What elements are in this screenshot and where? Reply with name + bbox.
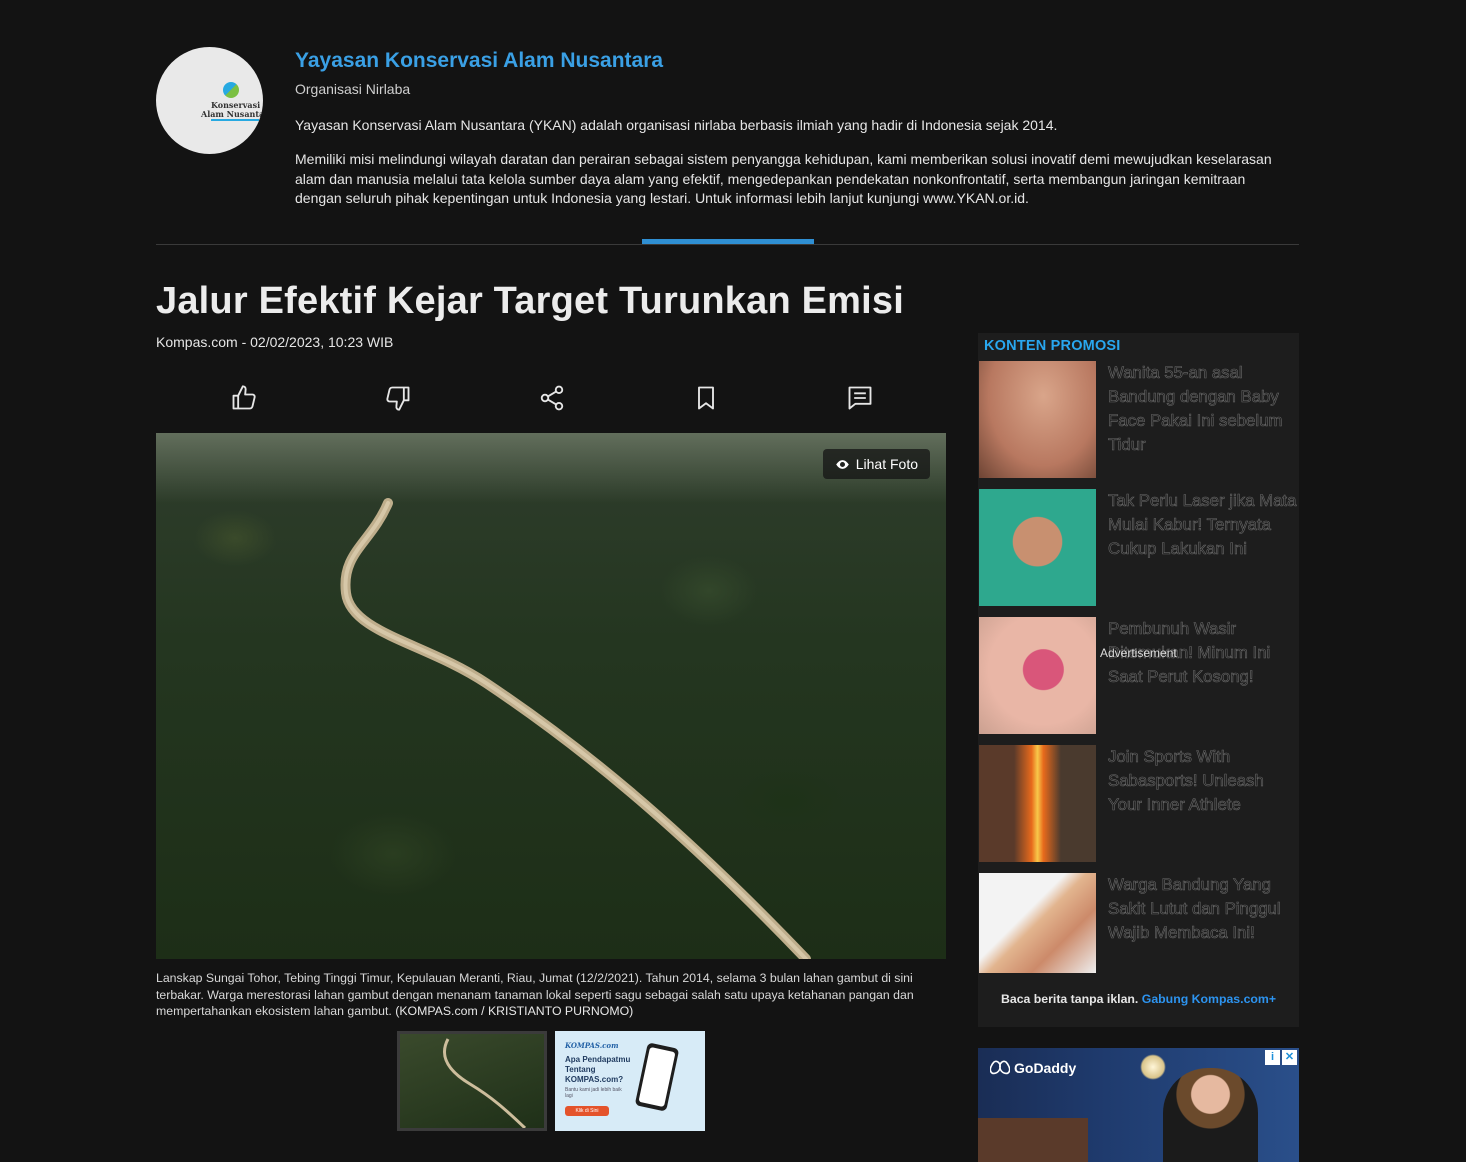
godaddy-logo: GoDaddy [990,1060,1076,1076]
promo-image [979,873,1096,973]
ad-controls: i ✕ [1265,1050,1297,1065]
bookmark-button[interactable] [692,384,720,412]
article-hero-photo[interactable]: Lihat Foto [156,433,946,959]
photo-credit: (KOMPAS.com / KRISTIANTO PURNOMO) [395,1004,634,1018]
section-divider [156,244,1299,245]
promo-image [979,489,1096,606]
promo-item[interactable]: Pembunuh Wasir Ditemukan! Minum Ini Saat… [978,617,1299,734]
godaddy-ad[interactable]: GoDaddy i ✕ [978,1048,1299,1162]
promo-sidebar: KONTEN PROMOSI Wanita 55-an asal Bandung… [978,333,1299,1027]
join-kompas-plus-link[interactable]: Gabung Kompas.com+ [1142,992,1276,1006]
ad-close-icon[interactable]: ✕ [1282,1050,1297,1065]
thumbs-up-icon [232,385,256,410]
lamp-graphic [1140,1054,1166,1080]
thumbnail-road [443,1038,527,1128]
logo-underline [211,119,259,121]
promo-item[interactable]: Join Sports With Sabasports! Unleash You… [978,745,1299,862]
thumb-ad-brand: KOMPAS.com [565,1041,619,1050]
org-description-2: Memiliki misi melindungi wilayah daratan… [295,151,1272,206]
section-divider-accent [642,239,814,244]
comment-icon [848,386,872,410]
view-photo-label: Lihat Foto [855,456,918,472]
godaddy-brand-text: GoDaddy [1014,1060,1077,1076]
article-title: Jalur Efektif Kejar Target Turunkan Emis… [156,280,904,322]
leaf-icon [223,82,239,98]
thumb-ad-button: Klik di Sini [565,1106,609,1116]
thumb-ad-sub: Bantu kami jadi lebih baik lagi [565,1087,622,1099]
article-meta: Kompas.com - 02/02/2023, 10:23 WIB [156,334,394,350]
comment-button[interactable] [846,384,874,412]
shelf-graphic [978,1118,1088,1162]
thumbs-down-icon [386,386,410,411]
promo-image [979,617,1096,734]
photo-caption: Lanskap Sungai Tohor, Tebing Tinggi Timu… [156,970,946,1020]
phone-icon [634,1042,680,1112]
promo-item-text: Warga Bandung Yang Sakit Lutut dan Pingg… [1108,875,1281,943]
thumbnail-photo[interactable] [397,1031,547,1131]
view-photo-button[interactable]: Lihat Foto [822,449,930,479]
promo-item-text: Tak Perlu Laser jika Mata Mulai Kabur! T… [1108,491,1297,559]
ad-info-icon[interactable]: i [1265,1050,1280,1065]
like-button[interactable] [230,384,258,412]
thumb-ad-question: Apa Pendapatmu Tentang KOMPAS.com? [565,1055,631,1084]
eye-icon [835,459,849,469]
promo-image [979,745,1096,862]
thumbnail-survey-ad[interactable]: KOMPAS.com Apa Pendapatmu Tentang KOMPAS… [555,1031,705,1131]
share-button[interactable] [538,384,566,412]
promo-item[interactable]: Wanita 55-an asal Bandung dengan Baby Fa… [978,361,1299,478]
promo-footer-text: Baca berita tanpa iklan. [1000,992,1139,1006]
promo-item[interactable]: Tak Perlu Laser jika Mata Mulai Kabur! T… [978,489,1299,606]
org-description-1: Yayasan Konservasi Alam Nusantara (YKAN)… [295,117,1058,133]
bookmark-icon [698,386,714,410]
promo-item[interactable]: Warga Bandung Yang Sakit Lutut dan Pingg… [978,873,1299,990]
promo-item-text: Wanita 55-an asal Bandung dengan Baby Fa… [1108,363,1283,455]
logo-text-line2: Alam Nusantara [201,109,263,119]
godaddy-icon [990,1060,1010,1075]
share-icon [540,385,564,411]
photo-road [340,498,811,959]
advertisement-label: Advertisement [1100,646,1177,660]
org-body: Yayasan Konservasi Alam Nusantara Organi… [295,47,1295,209]
promo-heading: KONTEN PROMOSI [984,338,1121,354]
org-type: Organisasi Nirlaba [295,81,411,97]
article-actions [156,380,946,416]
promo-image [979,361,1096,478]
person-graphic [1163,1068,1258,1162]
org-logo[interactable]: Konservasi Alam Nusantara [156,47,263,154]
promo-item-text: Join Sports With Sabasports! Unleash You… [1108,747,1264,815]
org-name-link[interactable]: Yayasan Konservasi Alam Nusantara [295,47,1295,75]
dislike-button[interactable] [384,384,412,412]
promo-footer: Baca berita tanpa iklan. Gabung Kompas.c… [978,992,1299,1006]
